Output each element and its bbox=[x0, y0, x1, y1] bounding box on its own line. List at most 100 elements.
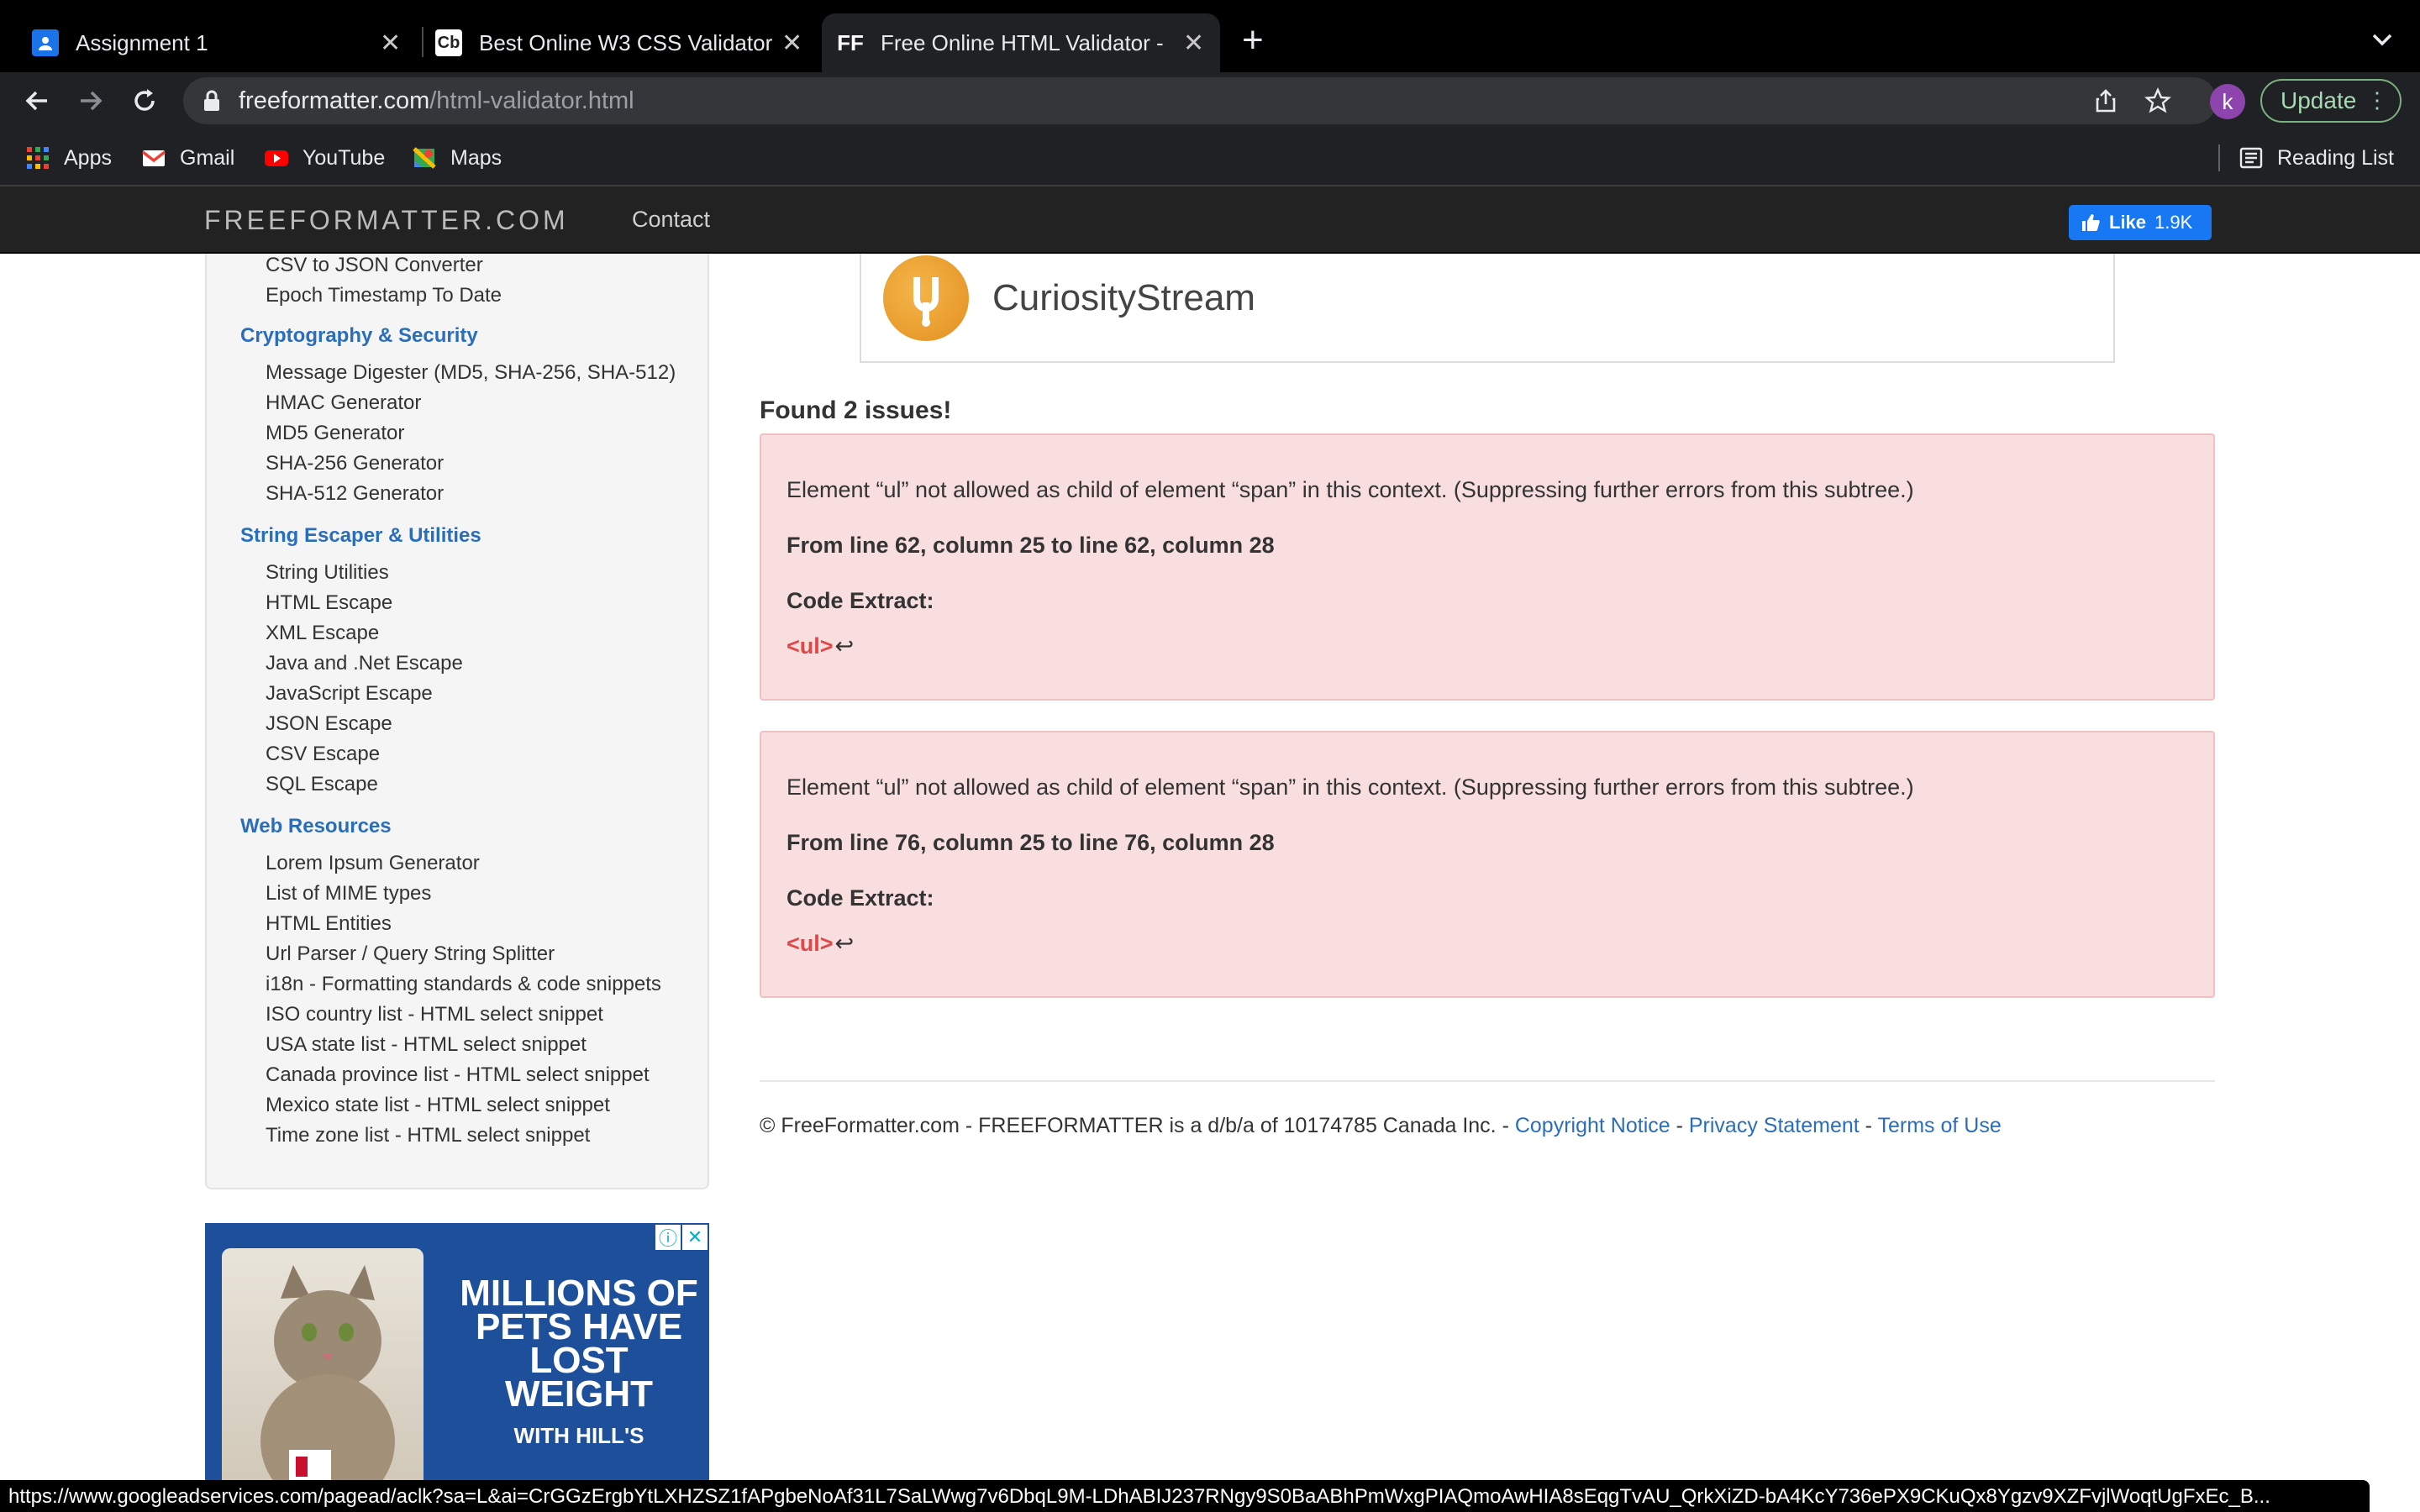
gmail-icon bbox=[141, 150, 166, 166]
sidebar-item[interactable]: HTML Escape bbox=[266, 591, 392, 615]
ad-info-icon[interactable]: ⓘ bbox=[655, 1225, 681, 1250]
sidebar-item[interactable]: Url Parser / Query String Splitter bbox=[266, 942, 555, 966]
footer-divider bbox=[760, 1080, 2215, 1082]
sidebar-item[interactable]: JSON Escape bbox=[266, 712, 392, 736]
sidebar-item[interactable]: Time zone list - HTML select snippet bbox=[266, 1124, 590, 1147]
ad-headline: MILLIONS OF PETS HAVE LOST WEIGHT bbox=[460, 1273, 698, 1415]
sidebar-item[interactable]: JavaScript Escape bbox=[266, 682, 433, 706]
address-bar[interactable]: freeformatter.com/html-validator.html bbox=[183, 77, 2217, 124]
sidebar-item[interactable]: SHA-256 Generator bbox=[266, 452, 444, 475]
sidebar-item[interactable]: Canada province list - HTML select snipp… bbox=[266, 1063, 650, 1087]
site-brand[interactable]: FREEFORMATTER.COM bbox=[204, 205, 569, 236]
lock-icon[interactable] bbox=[202, 89, 222, 113]
code-extract: <ul>↩ bbox=[786, 931, 855, 956]
promo-banner[interactable]: CuriosityStream bbox=[860, 254, 2115, 363]
cat-illustration bbox=[260, 1265, 395, 1483]
maps-icon bbox=[413, 147, 436, 169]
sidebar-section-crypto[interactable]: Cryptography & Security bbox=[240, 324, 478, 348]
reading-list-icon bbox=[2239, 147, 2263, 169]
avatar[interactable]: k bbox=[2210, 84, 2245, 119]
sidebar-item[interactable]: ISO country list - HTML select snippet bbox=[266, 1003, 603, 1026]
cb-favicon-icon: Cb bbox=[435, 29, 462, 56]
new-tab-icon[interactable]: + bbox=[1242, 22, 1264, 59]
tab-strip: Assignment 1 ✕ Cb Best Online W3 CSS Val… bbox=[0, 0, 2420, 72]
tab-css-validator[interactable]: Cb Best Online W3 CSS Validator ✕ bbox=[430, 13, 813, 72]
url-text: freeformatter.com/html-validator.html bbox=[239, 87, 634, 114]
bookmark-maps[interactable]: Maps bbox=[412, 141, 502, 175]
ad-close-icon[interactable]: ✕ bbox=[682, 1225, 708, 1250]
share-icon[interactable] bbox=[2092, 87, 2119, 114]
footer-text: © FreeFormatter.com - FREEFORMATTER is a… bbox=[760, 1114, 1515, 1137]
bookmark-gmail[interactable]: Gmail bbox=[141, 141, 234, 175]
sidebar-section-web-resources[interactable]: Web Resources bbox=[240, 815, 392, 838]
reload-icon[interactable] bbox=[129, 86, 160, 116]
nav-contact-link[interactable]: Contact bbox=[632, 207, 710, 233]
bookmark-apps[interactable]: Apps bbox=[25, 141, 112, 175]
terms-of-use-link[interactable]: Terms of Use bbox=[1878, 1114, 2002, 1137]
sidebar-item[interactable]: Java and .Net Escape bbox=[266, 652, 463, 675]
advertisement[interactable]: MILLIONS OF PETS HAVE LOST WEIGHT WITH H… bbox=[205, 1223, 709, 1483]
bookmark-youtube[interactable]: YouTube bbox=[264, 141, 385, 175]
classroom-icon bbox=[32, 29, 59, 56]
sidebar-item[interactable]: Lorem Ipsum Generator bbox=[266, 852, 480, 875]
sidebar-item[interactable]: HMAC Generator bbox=[266, 391, 421, 415]
results-summary: Found 2 issues! bbox=[760, 396, 952, 424]
reading-list-button[interactable]: Reading List bbox=[2238, 141, 2394, 175]
sidebar-item[interactable]: SHA-512 Generator bbox=[266, 482, 444, 506]
status-bar-url: https://www.googleadservices.com/pagead/… bbox=[0, 1480, 2370, 1512]
sidebar-item[interactable]: String Utilities bbox=[266, 561, 389, 585]
tab-title: Free Online HTML Validator - F bbox=[881, 29, 1166, 55]
sidebar-item[interactable]: USA state list - HTML select snippet bbox=[266, 1033, 587, 1057]
issue-message: Element “ul” not allowed as child of ele… bbox=[786, 774, 1914, 800]
facebook-like-button[interactable]: Like 1.9K bbox=[2069, 205, 2212, 240]
code-extract-label: Code Extract: bbox=[786, 885, 934, 911]
issue-location: From line 62, column 25 to line 62, colu… bbox=[786, 533, 1275, 558]
issue-location: From line 76, column 25 to line 76, colu… bbox=[786, 830, 1275, 855]
bookmark-star-icon[interactable] bbox=[2144, 87, 2171, 114]
sidebar-section-string-escaper[interactable]: String Escaper & Utilities bbox=[240, 524, 481, 548]
sidebar-item[interactable]: CSV Escape bbox=[266, 743, 380, 766]
ad-controls: ⓘ ✕ bbox=[654, 1225, 708, 1250]
back-icon[interactable] bbox=[22, 86, 52, 116]
close-tab-icon[interactable]: ✕ bbox=[1183, 29, 1204, 58]
close-tab-icon[interactable]: ✕ bbox=[781, 29, 802, 58]
code-extract-label: Code Extract: bbox=[786, 588, 934, 613]
sidebar: CSV to JSON Converter Epoch Timestamp To… bbox=[205, 254, 709, 1189]
return-symbol-icon: ↩ bbox=[834, 633, 855, 659]
copyright-notice-link[interactable]: Copyright Notice bbox=[1515, 1114, 1670, 1137]
sidebar-item-csv-to-json[interactable]: CSV to JSON Converter bbox=[266, 254, 483, 277]
sidebar-item-epoch-timestamp[interactable]: Epoch Timestamp To Date bbox=[266, 284, 502, 307]
site-navbar: FREEFORMATTER.COM Contact Like 1.9K bbox=[0, 186, 2420, 254]
forward-icon[interactable] bbox=[76, 86, 106, 116]
tab-html-validator[interactable]: FF Free Online HTML Validator - F ✕ bbox=[822, 13, 1220, 72]
issue-message: Element “ul” not allowed as child of ele… bbox=[786, 477, 1914, 502]
browser-toolbar: freeformatter.com/html-validator.html k … bbox=[0, 72, 2420, 129]
ff-favicon-icon: FF bbox=[837, 29, 864, 55]
curiositystream-logo-icon bbox=[883, 255, 969, 341]
footer: © FreeFormatter.com - FREEFORMATTER is a… bbox=[760, 1114, 2002, 1137]
sidebar-item[interactable]: HTML Entities bbox=[266, 912, 392, 936]
sidebar-item[interactable]: Message Digester (MD5, SHA-256, SHA-512) bbox=[266, 361, 676, 385]
more-vert-icon[interactable]: ⋮ bbox=[2366, 86, 2388, 114]
sidebar-item[interactable]: i18n - Formatting standards & code snipp… bbox=[266, 973, 661, 996]
issue-card: Element “ul” not allowed as child of ele… bbox=[760, 433, 2215, 701]
chevron-down-icon[interactable] bbox=[2368, 25, 2396, 54]
bookmarks-bar: Apps Gmail YouTube Maps Reading List bbox=[0, 129, 2420, 186]
sidebar-item[interactable]: MD5 Generator bbox=[266, 422, 404, 445]
tab-assignment[interactable]: Assignment 1 ✕ bbox=[18, 13, 413, 72]
close-tab-icon[interactable]: ✕ bbox=[380, 29, 401, 58]
youtube-icon bbox=[265, 150, 288, 166]
tab-title: Assignment 1 bbox=[76, 29, 208, 55]
sidebar-item[interactable]: Mexico state list - HTML select snippet bbox=[266, 1094, 610, 1117]
sidebar-item[interactable]: XML Escape bbox=[266, 622, 379, 645]
bookmarks-separator bbox=[2218, 144, 2220, 171]
tab-separator bbox=[422, 27, 424, 57]
update-button[interactable]: Update ⋮ bbox=[2260, 79, 2402, 123]
ad-subtext: WITH HILL'S bbox=[513, 1423, 644, 1448]
issue-card: Element “ul” not allowed as child of ele… bbox=[760, 731, 2215, 998]
privacy-statement-link[interactable]: Privacy Statement bbox=[1689, 1114, 1860, 1137]
sidebar-item[interactable]: SQL Escape bbox=[266, 773, 378, 796]
cat-food-bag-image bbox=[222, 1248, 424, 1483]
sidebar-item[interactable]: List of MIME types bbox=[266, 882, 431, 906]
tab-title: Best Online W3 CSS Validator bbox=[479, 29, 773, 55]
